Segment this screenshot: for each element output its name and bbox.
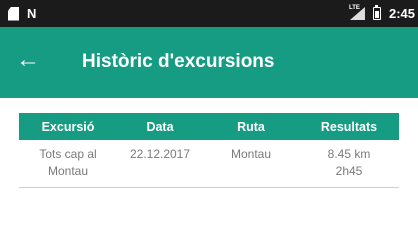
signal-icon: LTE [348, 5, 365, 20]
cell-resultats: 8.45 km 2h45 [299, 140, 399, 188]
cell-excursio-line1: Tots cap al [39, 147, 97, 161]
cell-ruta: Montau [203, 140, 299, 188]
table-row[interactable]: Tots cap al Montau 22.12.2017 Montau 8.4… [19, 140, 399, 188]
table-header-row: Excursió Data Ruta Resultats [19, 113, 399, 140]
nfc-n-icon: N [27, 6, 36, 21]
status-bar: N LTE 2:45 [0, 0, 418, 27]
cell-excursio-line2: Montau [47, 164, 89, 178]
header-ruta: Ruta [203, 113, 299, 140]
header-resultats: Resultats [299, 113, 399, 140]
status-time: 2:45 [388, 6, 415, 21]
cell-resultats-time: 2h45 [335, 164, 363, 178]
app-bar: ← Històric d'excursions [0, 27, 418, 98]
header-excursio: Excursió [19, 113, 117, 140]
status-right-icons: LTE 2:45 [348, 5, 415, 22]
excursions-table: Excursió Data Ruta Resultats Tots cap al… [19, 113, 399, 188]
battery-icon [372, 5, 381, 20]
header-data: Data [117, 113, 203, 140]
cell-excursio: Tots cap al Montau [19, 140, 117, 188]
cell-resultats-distance: 8.45 km [327, 147, 371, 161]
signal-badge: LTE [348, 5, 360, 11]
arrow-back-icon[interactable]: ← [16, 45, 40, 75]
sim-card-icon [8, 6, 19, 21]
cell-data: 22.12.2017 [117, 140, 203, 188]
status-left-icons: N [8, 5, 36, 22]
page-title: Històric d'excursions [82, 51, 275, 72]
